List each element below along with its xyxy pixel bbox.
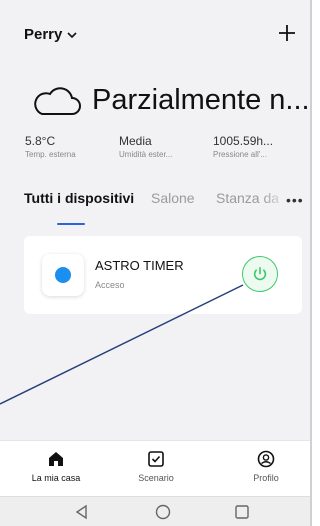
header: Perry [24,25,298,50]
metric-value: 1005.59h... [213,134,274,148]
metric-humidity: Media Umidità ester... [119,134,213,159]
nav-label: Scenario [138,473,174,483]
home-icon [49,452,63,466]
metric-label: Umidità ester... [119,150,173,159]
active-tab-indicator [57,223,85,225]
device-status: Acceso [95,280,125,290]
profile-icon [257,450,275,468]
device-card[interactable]: ASTRO TIMER Acceso [24,236,302,314]
plus-icon[interactable] [276,22,298,44]
weather-metrics: 5.8°C Temp. esterna Media Umidità ester.… [25,134,307,159]
more-tabs-button[interactable]: ••• [286,192,304,208]
nav-scenario[interactable]: Scenario [116,449,196,483]
device-name: ASTRO TIMER [95,258,184,273]
home-circle-icon[interactable] [154,503,172,521]
nav-label: Profilo [253,473,279,483]
recents-square-icon[interactable] [233,503,251,521]
metric-pressure: 1005.59h... Pressione all'... [213,134,307,159]
weather-condition: Parzialmente n... [92,83,310,116]
room-tabs: Tutti i dispositivi Salone Stanza da ••• [24,190,306,230]
checkbox-icon [148,451,164,467]
nav-profile[interactable]: Profilo [226,449,306,483]
metric-value: Media [119,134,152,148]
system-nav-bar [0,496,310,526]
weather-summary: Parzialmente n... [30,82,310,118]
metric-value: 5.8°C [25,134,56,148]
device-dot-icon [55,267,71,283]
metric-label: Temp. esterna [25,150,76,159]
nav-label: La mia casa [31,473,81,483]
chevron-down-icon [67,31,77,38]
metric-temperature: 5.8°C Temp. esterna [25,134,119,159]
tab-salone[interactable]: Salone [151,190,195,206]
power-button[interactable] [242,256,278,292]
app-screen: Perry Parzialmente n... 5.8°C Temp. este… [0,0,312,526]
back-triangle-icon[interactable] [73,503,91,521]
home-selector[interactable]: Perry [24,26,78,43]
home-name: Perry [24,26,63,43]
power-icon [253,267,267,281]
bottom-nav: La mia casa Scenario Profilo [0,440,310,497]
cloud-icon [34,87,81,115]
metric-label: Pressione all'... [213,150,267,159]
tab-all-devices[interactable]: Tutti i dispositivi [24,190,134,206]
nav-home[interactable]: La mia casa [16,449,96,483]
device-icon [42,254,84,296]
